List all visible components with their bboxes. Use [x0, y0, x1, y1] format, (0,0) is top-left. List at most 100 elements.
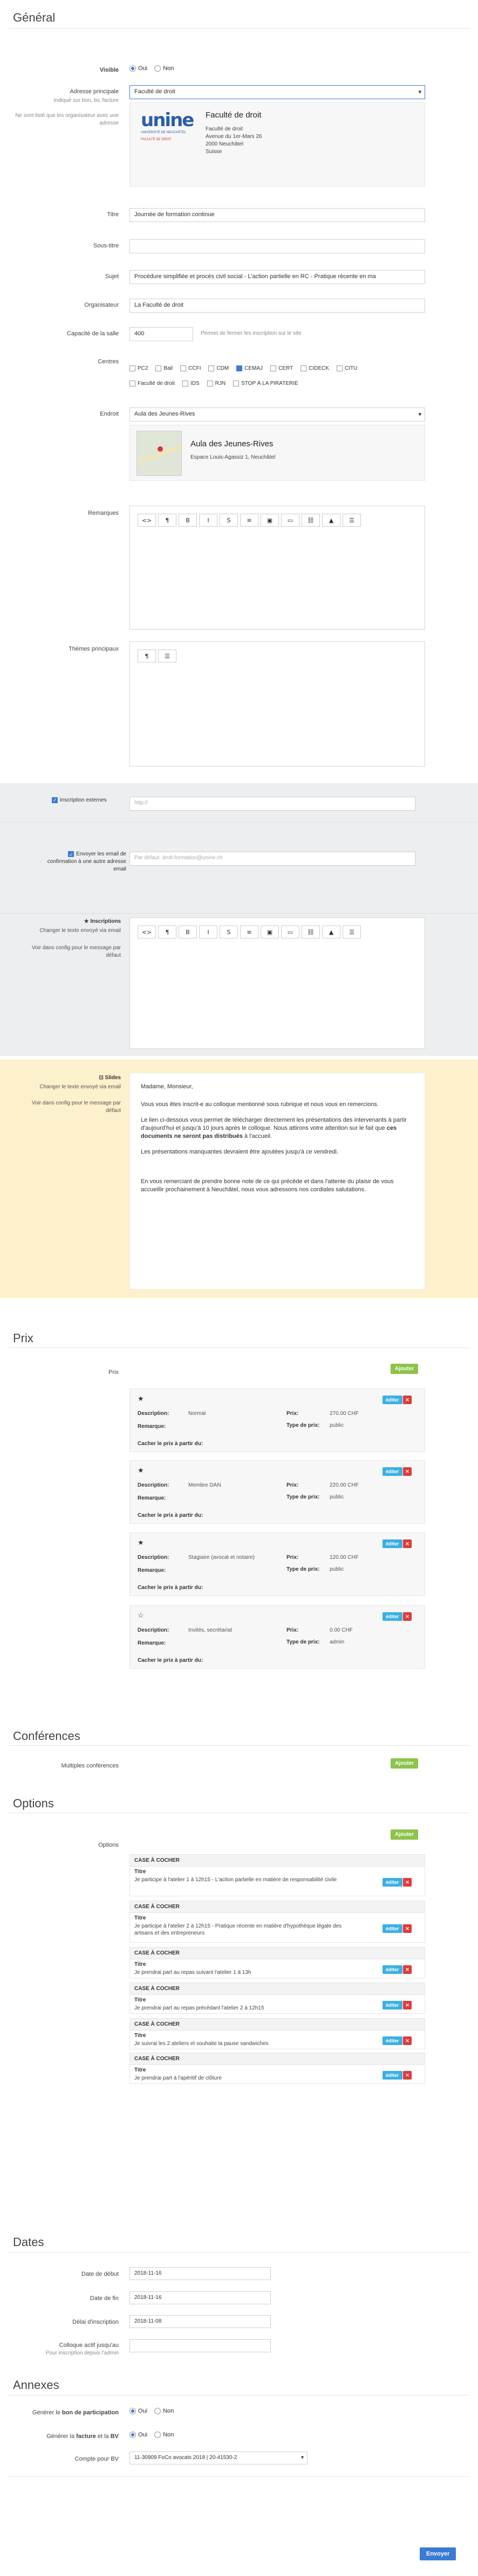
strike-icon[interactable]: S	[220, 926, 238, 938]
delete-option-button[interactable]: ✕	[403, 2071, 412, 2080]
centre-option[interactable]: CCFI	[180, 361, 201, 376]
bold-icon[interactable]: B	[179, 514, 197, 527]
actif-input[interactable]	[129, 2339, 271, 2352]
centre-checkbox[interactable]	[129, 365, 135, 371]
centre-checkbox[interactable]	[208, 365, 215, 371]
link-icon[interactable]: ⛓	[302, 514, 320, 527]
centre-checkbox[interactable]	[337, 365, 343, 371]
centre-checkbox[interactable]	[182, 380, 188, 386]
image-icon[interactable]: ▣	[261, 514, 279, 527]
ext-input[interactable]: http://	[129, 797, 415, 811]
facture-no-radio[interactable]	[154, 2432, 161, 2439]
centre-option[interactable]: CITU	[337, 361, 357, 376]
italic-icon[interactable]: I	[199, 926, 217, 938]
edit-prix-button[interactable]: éditer	[383, 1396, 402, 1404]
centre-option[interactable]: PC2	[129, 361, 148, 376]
edit-option-button[interactable]: éditer	[383, 1878, 402, 1887]
centre-checkbox[interactable]	[180, 365, 187, 371]
bon-yes-radio[interactable]	[129, 2408, 136, 2415]
facture-yes-radio[interactable]	[129, 2432, 136, 2439]
add-conference-button[interactable]: Ajouter	[391, 1758, 418, 1769]
delete-prix-button[interactable]: ✕	[403, 1467, 412, 1476]
paragraph-icon[interactable]: ¶	[158, 926, 176, 938]
centre-option[interactable]: RJN	[207, 376, 226, 391]
delete-option-button[interactable]: ✕	[403, 2001, 412, 2009]
centre-option[interactable]: CEMAJ	[236, 361, 263, 381]
email-input[interactable]: Par défaut: droit.formation@unine.ch	[129, 852, 415, 866]
delete-option-button[interactable]: ✕	[403, 1965, 412, 1974]
edit-option-button[interactable]: éditer	[383, 1924, 402, 1933]
edit-prix-button[interactable]: éditer	[383, 1612, 402, 1621]
delete-option-button[interactable]: ✕	[403, 1878, 412, 1887]
italic-icon[interactable]: I	[199, 514, 217, 527]
delete-option-button[interactable]: ✕	[403, 2036, 412, 2045]
delete-option-button[interactable]: ✕	[403, 1924, 412, 1933]
centre-option[interactable]: STOP À LA PIRATERIE	[233, 376, 298, 391]
desc-value: Invités, secrétariat	[188, 1627, 233, 1633]
ext-checkbox[interactable]	[52, 797, 58, 803]
align-icon[interactable]: ▲	[322, 514, 340, 527]
align-icon[interactable]: ▲	[322, 926, 340, 938]
strike-icon[interactable]: S	[220, 514, 238, 527]
bon-no-radio[interactable]	[154, 2408, 161, 2415]
edit-option-button[interactable]: éditer	[383, 2001, 402, 2009]
edit-prix-button[interactable]: éditer	[383, 1467, 402, 1476]
add-option-button[interactable]: Ajouter	[391, 1829, 418, 1840]
centre-checkbox[interactable]	[236, 365, 243, 381]
delete-prix-button[interactable]: ✕	[403, 1612, 412, 1621]
centre-checkbox[interactable]	[129, 380, 135, 386]
slides-editor[interactable]: Madame, Monsieur, Vous vous êtes inscrit…	[129, 1073, 425, 1289]
list-icon[interactable]: ≡	[240, 926, 258, 938]
centre-checkbox[interactable]	[155, 365, 162, 371]
remarques-editor[interactable]: <> ¶ B I S ≡ ▣ ▭ ⛓ ▲ ☰	[129, 506, 425, 630]
list-icon[interactable]: ≡	[240, 514, 258, 527]
centre-option[interactable]: CDM	[208, 361, 229, 376]
centre-checkbox[interactable]	[233, 380, 240, 386]
centre-checkbox[interactable]	[207, 380, 213, 386]
endroit-select[interactable]: Aula des Jeunes-Rives ▾	[129, 408, 425, 422]
lines-icon[interactable]: ☰	[343, 514, 361, 527]
centre-checkbox[interactable]	[270, 365, 277, 371]
lines-icon[interactable]: ☰	[343, 926, 361, 938]
edit-prix-button[interactable]: éditer	[383, 1539, 402, 1548]
date-debut-input[interactable]: 2018-11-16	[129, 2267, 271, 2280]
centre-checkbox[interactable]	[301, 365, 307, 371]
centre-option[interactable]: CERT	[270, 361, 293, 376]
capacite-input[interactable]: 400	[129, 327, 193, 341]
delai-input[interactable]: 2018-11-08	[129, 2315, 271, 2328]
date-fin-input[interactable]: 2018-11-16	[129, 2291, 271, 2304]
insc-editor[interactable]: <> ¶ B I S ≡ ▣ ▭ ⛓ ▲ ☰	[129, 917, 425, 1049]
video-icon[interactable]: ▭	[281, 514, 299, 527]
visible-yes-radio[interactable]	[129, 65, 136, 72]
visible-no-radio[interactable]	[154, 65, 161, 72]
link-icon[interactable]: ⛓	[302, 926, 320, 938]
edit-option-button[interactable]: éditer	[383, 1965, 402, 1974]
titre-input[interactable]: Journée de formation continue	[129, 208, 425, 222]
edit-option-button[interactable]: éditer	[383, 2036, 402, 2045]
organisateur-input[interactable]: La Faculté de droit	[129, 299, 425, 313]
delete-prix-button[interactable]: ✕	[403, 1396, 412, 1404]
compte-select[interactable]: 11-30909 FoCo avocats 2018 | 20-41530-2 ▾	[129, 2451, 308, 2464]
code-icon[interactable]: <>	[138, 926, 156, 938]
list-icon[interactable]: ☰	[158, 650, 176, 662]
prix-card: ★ éditer ✕ Description: Stagiaire (avocat et…	[129, 1532, 425, 1596]
sujet-input[interactable]: Procédure simplifiée et procès civil soc…	[129, 270, 425, 284]
email-checkbox[interactable]	[68, 851, 74, 859]
add-prix-button[interactable]: Ajouter	[391, 1364, 418, 1374]
image-icon[interactable]: ▣	[261, 926, 279, 938]
paragraph-icon[interactable]: ¶	[138, 650, 156, 662]
centre-option[interactable]: Bail	[155, 361, 173, 376]
video-icon[interactable]: ▭	[281, 926, 299, 938]
centre-option[interactable]: CIDECK	[301, 361, 329, 376]
edit-option-button[interactable]: éditer	[383, 2071, 402, 2080]
centre-option[interactable]: Faculté de droit	[129, 376, 175, 391]
bold-icon[interactable]: B	[179, 926, 197, 938]
themes-editor[interactable]: ¶ ☰	[129, 641, 425, 766]
adresse-select[interactable]: Faculté de droit ▾	[129, 85, 425, 99]
soustitre-input[interactable]	[129, 239, 425, 253]
code-icon[interactable]: <>	[138, 514, 156, 527]
send-button[interactable]: Envoyer	[420, 2547, 456, 2560]
paragraph-icon[interactable]: ¶	[158, 514, 176, 527]
delete-prix-button[interactable]: ✕	[403, 1539, 412, 1548]
centre-option[interactable]: IDS	[182, 376, 200, 391]
